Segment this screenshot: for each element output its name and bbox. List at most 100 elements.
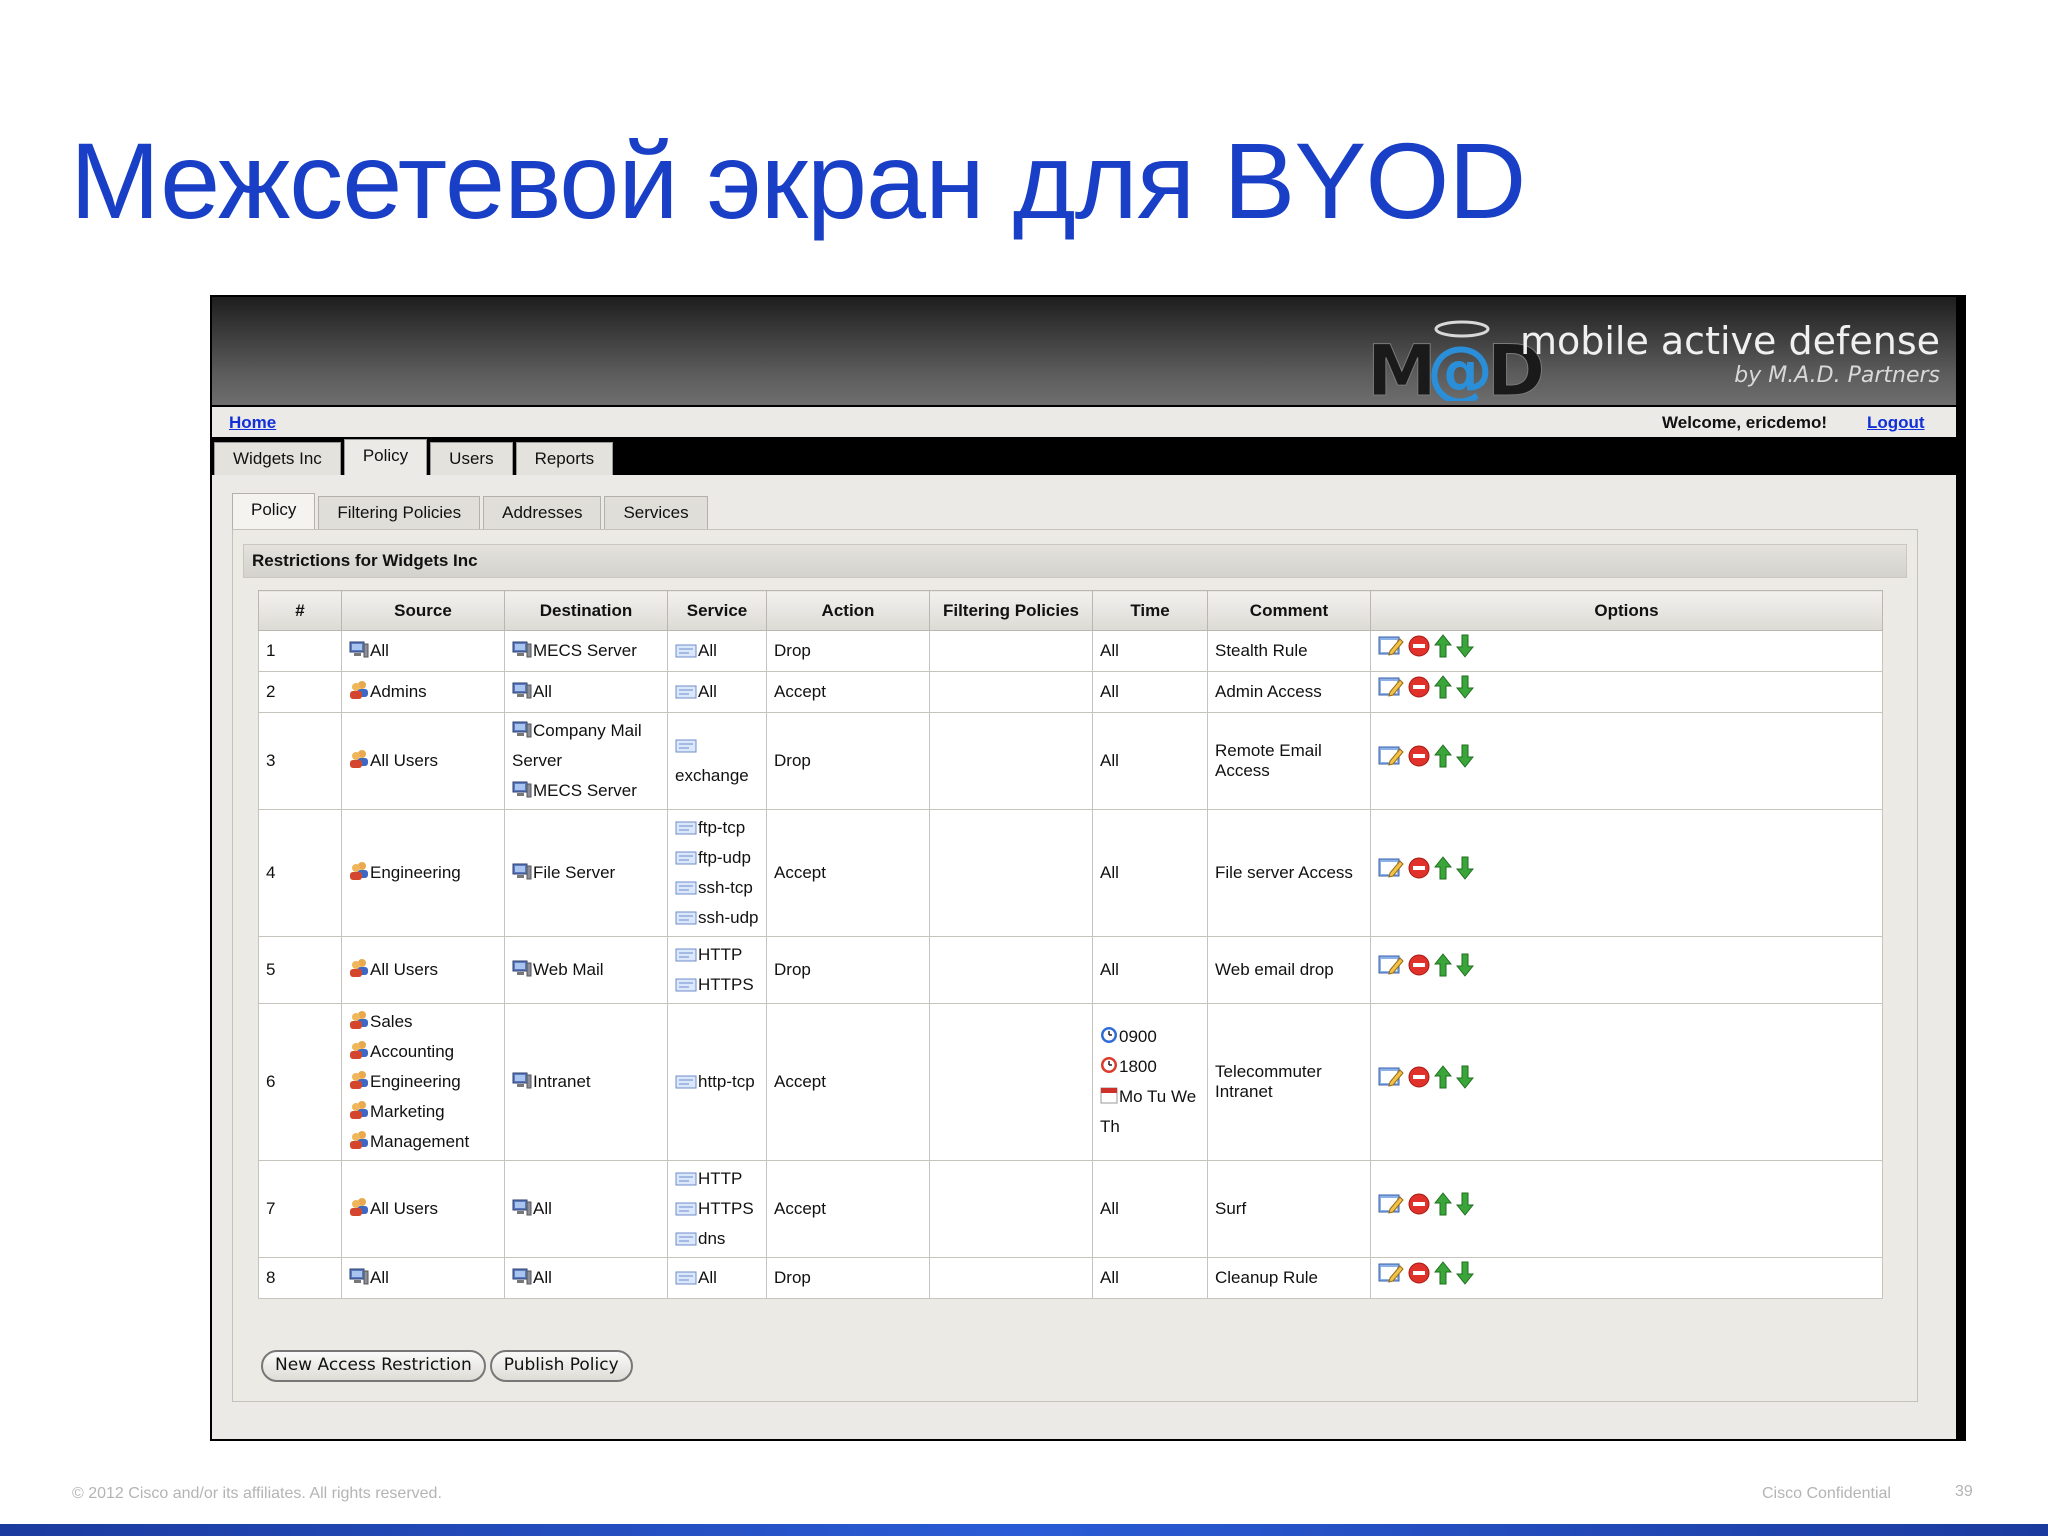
move-up-icon[interactable] [1433,856,1453,890]
time-entry: 1800 [1100,1052,1200,1082]
move-down-icon[interactable] [1455,953,1475,987]
move-down-icon[interactable] [1455,1261,1475,1295]
delete-icon[interactable] [1408,1262,1430,1294]
cell-number: 1 [258,630,342,672]
time-entry: Th [1100,1112,1200,1142]
cell-filtering-policies [929,1257,1093,1299]
edit-icon[interactable] [1378,635,1404,667]
cell-number: 8 [258,1257,342,1299]
cell-number: 6 [258,1003,342,1161]
service-icon [675,975,698,994]
cell-comment: Web email drop [1207,936,1371,1004]
table-row[interactable]: 7 All Users All HTTP HTTPS dns Accept All Surf [258,1160,1883,1258]
tab-policy[interactable]: Policy [343,439,428,475]
edit-icon[interactable] [1378,857,1404,889]
table-row[interactable]: 3 All Users Company Mail Server MECS Server e… [258,712,1883,810]
edit-icon[interactable] [1378,1066,1404,1098]
footer-copyright: © 2012 Cisco and/or its affiliates. All … [72,1485,442,1502]
move-up-icon[interactable] [1433,744,1453,778]
cell-filtering-policies [929,1160,1093,1258]
subtab-policy[interactable]: Policy [232,493,316,529]
move-down-icon[interactable] [1455,1065,1475,1099]
source-entry: All Users [349,746,497,776]
service-entry-text: All [698,1268,717,1287]
source-entry: Management [349,1127,497,1157]
edit-icon[interactable] [1378,1262,1404,1294]
delete-icon[interactable] [1408,676,1430,708]
cell-destination: All [504,1257,668,1299]
time-entry: 0900 [1100,1022,1200,1052]
table-row[interactable]: 8 All All All Drop All Cleanup Rule [258,1257,1883,1299]
destination-entry: Company Mail [512,716,660,746]
destination-entry: All [512,1194,660,1224]
cell-time: All [1092,936,1208,1004]
tab-widgets-inc[interactable]: Widgets Inc [214,442,341,475]
move-up-icon[interactable] [1433,953,1453,987]
service-entry: http-tcp [675,1067,759,1097]
logout-link[interactable]: Logout [1867,413,1925,433]
destination-entry-text: Web Mail [533,960,604,979]
move-down-icon[interactable] [1455,1192,1475,1226]
time-entry-text: All [1100,1268,1119,1287]
destination-entry-text: File Server [533,863,616,882]
table-row[interactable]: 6 Sales Accounting Engineering Marketing Mana… [258,1003,1883,1161]
delete-icon[interactable] [1408,954,1430,986]
destination-entry: All [512,1263,660,1293]
cell-source: All [341,630,505,672]
publish-policy-button[interactable]: Publish Policy [489,1350,633,1382]
sub-tab-bar: Policy Filtering Policies Addresses Serv… [232,493,1936,529]
cell-time: All [1092,1257,1208,1299]
cell-options [1370,630,1883,672]
edit-icon[interactable] [1378,1193,1404,1225]
move-down-icon[interactable] [1455,744,1475,778]
delete-icon[interactable] [1408,857,1430,889]
destination-entry: File Server [512,858,660,888]
time-entry-text: All [1100,960,1119,979]
cell-number: 2 [258,671,342,713]
source-entry: Marketing [349,1097,497,1127]
cell-time: All [1092,671,1208,713]
delete-icon[interactable] [1408,745,1430,777]
move-down-icon[interactable] [1455,675,1475,709]
tab-reports[interactable]: Reports [515,442,614,475]
table-row[interactable]: 1 All MECS Server All Drop All Stealth Rule [258,630,1883,672]
source-entry: All [349,636,497,666]
service-icon [675,878,698,897]
top-tab-bar: Widgets Inc Policy Users Reports [212,437,1956,475]
move-up-icon[interactable] [1433,675,1453,709]
move-up-icon[interactable] [1433,634,1453,668]
destination-entry: MECS Server [512,636,660,666]
delete-icon[interactable] [1408,1193,1430,1225]
move-up-icon[interactable] [1433,1192,1453,1226]
service-entry: HTTPS [675,1194,759,1224]
table-row[interactable]: 4 Engineering File Server ftp-tcp ftp-udp ssh… [258,809,1883,937]
delete-icon[interactable] [1408,1066,1430,1098]
service-entry-text: ftp-udp [698,848,751,867]
subtab-addresses[interactable]: Addresses [483,496,602,529]
move-down-icon[interactable] [1455,856,1475,890]
edit-icon[interactable] [1378,954,1404,986]
destination-entry-text: All [533,1268,552,1287]
users-icon [349,1011,370,1031]
tab-users[interactable]: Users [430,442,513,475]
cell-filtering-policies [929,809,1093,937]
service-entry: ftp-tcp [675,813,759,843]
move-up-icon[interactable] [1433,1065,1453,1099]
edit-icon[interactable] [1378,745,1404,777]
subtab-services[interactable]: Services [604,496,708,529]
table-actions: New Access Restriction Publish Policy [261,1350,633,1382]
move-down-icon[interactable] [1455,634,1475,668]
edit-icon[interactable] [1378,676,1404,708]
table-row[interactable]: 5 All Users Web Mail HTTP HTTPS Drop All Web em… [258,936,1883,1004]
move-up-icon[interactable] [1433,1261,1453,1295]
home-link[interactable]: Home [229,413,276,433]
cell-comment: Stealth Rule [1207,630,1371,672]
new-access-restriction-button[interactable]: New Access Restriction [261,1350,486,1382]
delete-icon[interactable] [1408,635,1430,667]
cell-destination: All [504,1160,668,1258]
restrictions-panel: Restrictions for Widgets Inc # Source De… [232,529,1918,1402]
row-options [1378,675,1875,709]
subtab-filtering-policies[interactable]: Filtering Policies [318,496,481,529]
computer-icon [512,721,533,740]
table-row[interactable]: 2 Admins All All Accept All Admin Access [258,671,1883,713]
